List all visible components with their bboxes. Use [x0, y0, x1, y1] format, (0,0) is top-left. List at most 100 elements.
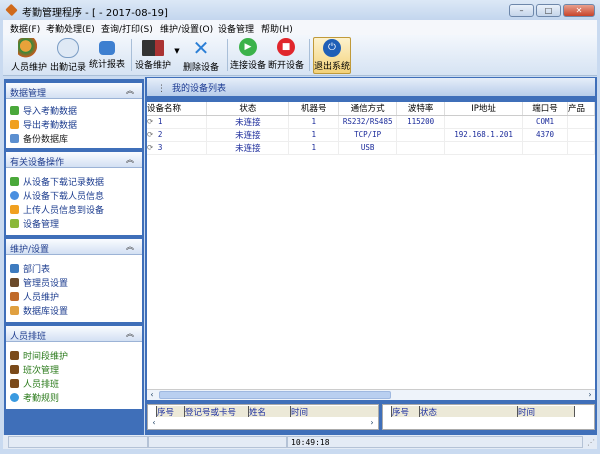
column-header[interactable]: 通信方式	[338, 102, 398, 116]
connect-device-button[interactable]: ▶ 连接设备	[230, 37, 266, 74]
status-panel	[148, 436, 287, 448]
column-header[interactable]: IP地址	[444, 102, 524, 116]
menu-device[interactable]: 设备管理	[218, 22, 254, 35]
section-device-operations: 有关设备操作 ︽ 从设备下载记录数据 从设备下载人员信息 上传人员信息到设备 设备…	[6, 152, 142, 235]
table-row[interactable]: ⟳ 3 未连接 1 USB	[147, 141, 595, 155]
table-row[interactable]: ⟳ 2 未连接 1 TCP/IP 192.168.1.201 4370	[147, 128, 595, 142]
section-header[interactable]: 数据管理 ︽	[6, 83, 142, 99]
column-header[interactable]: 时间	[290, 406, 378, 418]
table-header: 设备名称 状态 机器号 通信方式 波特率 IP地址 端口号 产品	[147, 102, 595, 116]
menu-help[interactable]: 帮助(H)	[261, 22, 293, 35]
window-title: 考勤管理程序 - [ - 2017-08-19]	[22, 8, 168, 19]
menu-attendance[interactable]: 考勤处理(E)	[46, 22, 95, 35]
exit-system-button[interactable]: ⏻ 退出系统	[313, 37, 351, 74]
refresh-icon: ⟳	[147, 117, 158, 126]
sidebar-item-admin-settings[interactable]: 管理员设置	[6, 275, 142, 289]
sidebar-item-attendance-rules[interactable]: 考勤规则	[6, 390, 142, 404]
scroll-left-icon[interactable]: ‹	[147, 390, 157, 400]
sidebar-item-import[interactable]: 导入考勤数据	[6, 103, 142, 117]
statistics-report-button[interactable]: 统计报表	[89, 37, 125, 74]
section-header[interactable]: 人员排班 ︽	[6, 326, 142, 342]
device-maintenance-button[interactable]: 设备维护	[135, 37, 171, 74]
status-bar: 10:49:18 ⋰	[3, 435, 597, 449]
menu-maintenance[interactable]: 维护/设置(O)	[160, 22, 213, 35]
sidebar-item-staff-scheduling[interactable]: 人员排班	[6, 376, 142, 390]
main-panel: ⋮ 我的设备列表 设备名称 状态 机器号 通信方式 波特率 IP地址 端口号 产品…	[145, 77, 597, 435]
sidebar-item-backup[interactable]: 备份数据库	[6, 131, 142, 145]
collapse-icon[interactable]: ︽	[126, 241, 134, 252]
horizontal-scrollbar[interactable]: ‹ ›	[147, 389, 595, 400]
toolbar: 人员维护 出勤记录 统计报表 设备维护 ▼ ✕ 删除设备 ▶ 连接设备 ■ 断开设备 …	[3, 35, 597, 76]
column-header[interactable]: 端口号	[522, 102, 568, 116]
column-header[interactable]: 波特率	[396, 102, 446, 116]
toolbar-separator	[131, 39, 132, 71]
globe-icon	[10, 190, 19, 200]
menu-bar: 数据(F) 考勤处理(E) 查询/打印(S) 维护/设置(O) 设备管理 帮助(…	[3, 20, 597, 35]
title-bar: 考勤管理程序 - [ - 2017-08-19] – □ ✕	[0, 0, 600, 20]
section-data-management: 数据管理 ︽ 导入考勤数据 导出考勤数据 备份数据库	[6, 83, 142, 148]
column-header[interactable]: 姓名	[248, 406, 290, 418]
schedule-icon	[10, 378, 19, 388]
resize-grip-icon[interactable]: ⋰	[587, 438, 595, 447]
attendance-record-button[interactable]: 出勤记录	[50, 37, 86, 74]
scrollbar-thumb[interactable]	[159, 391, 391, 399]
maximize-button[interactable]: □	[536, 4, 561, 17]
column-header[interactable]: 状态	[206, 102, 290, 116]
sidebar-item-departments[interactable]: 部门表	[6, 261, 142, 275]
collapse-icon[interactable]: ︽	[126, 154, 134, 165]
minimize-button[interactable]: –	[509, 4, 534, 17]
toolbar-separator	[227, 39, 228, 71]
house-icon	[10, 263, 19, 273]
column-header[interactable]: 产品	[567, 102, 595, 116]
lock-icon	[10, 305, 19, 315]
column-header[interactable]: 序号	[391, 406, 419, 418]
scroll-left-icon[interactable]: ‹	[149, 418, 159, 428]
scroll-right-icon[interactable]: ›	[367, 418, 377, 428]
sidebar-item-download-records[interactable]: 从设备下载记录数据	[6, 174, 142, 188]
grip-icon: ⋮	[157, 84, 166, 94]
section-header[interactable]: 维护/设置 ︽	[6, 239, 142, 255]
collapse-icon[interactable]: ︽	[126, 85, 134, 96]
close-button[interactable]: ✕	[563, 4, 595, 17]
column-header[interactable]: 设备名称	[147, 102, 208, 116]
schedule-icon	[10, 350, 19, 360]
sidebar-item-export[interactable]: 导出考勤数据	[6, 117, 142, 131]
sidebar-item-shift-management[interactable]: 班次管理	[6, 362, 142, 376]
sidebar-item-device-management[interactable]: 设备管理	[6, 216, 142, 230]
sidebar-item-time-period[interactable]: 时间段维护	[6, 348, 142, 362]
schedule-icon	[10, 364, 19, 374]
status-time: 10:49:18	[287, 436, 583, 448]
delete-device-button[interactable]: ✕ 删除设备	[183, 37, 219, 74]
delete-x-icon: ✕	[192, 36, 210, 60]
scroll-right-icon[interactable]: ›	[585, 390, 595, 400]
device-group-icon	[10, 218, 19, 228]
status-grid: 序号 状态 时间	[382, 404, 595, 430]
column-header[interactable]: 登记号或卡号	[184, 406, 248, 418]
status-panel	[8, 436, 148, 448]
sidebar-item-database-settings[interactable]: 数据库设置	[6, 303, 142, 317]
table-row[interactable]: ⟳ 1 未连接 1 RS232/RS485 115200 COM1	[147, 115, 595, 129]
sidebar-item-download-staff[interactable]: 从设备下载人员信息	[6, 188, 142, 202]
people-icon	[10, 291, 19, 301]
column-header[interactable]: 序号	[156, 406, 184, 418]
panel-header: ⋮ 我的设备列表	[147, 78, 595, 96]
column-header[interactable]: 状态	[419, 406, 517, 418]
disconnect-device-button[interactable]: ■ 断开设备	[268, 37, 304, 74]
menu-data[interactable]: 数据(F)	[10, 22, 40, 35]
collapse-icon[interactable]: ︽	[126, 328, 134, 339]
toolbar-separator	[309, 39, 310, 71]
device-list-table: 设备名称 状态 机器号 通信方式 波特率 IP地址 端口号 产品 ⟳ 1 未连接 1…	[147, 102, 595, 389]
column-header[interactable]: 时间	[517, 406, 575, 418]
up-arrow-icon	[10, 204, 19, 214]
bullet-icon	[10, 392, 19, 402]
sidebar-item-staff-maintenance[interactable]: 人员维护	[6, 289, 142, 303]
refresh-icon: ⟳	[147, 130, 158, 139]
panel-title: 我的设备列表	[172, 84, 227, 94]
column-header[interactable]: 机器号	[288, 102, 340, 116]
staff-maintenance-button[interactable]: 人员维护	[11, 37, 47, 74]
down-arrow-icon	[10, 105, 19, 115]
menu-query-print[interactable]: 查询/打印(S)	[101, 22, 153, 35]
sidebar-item-upload-staff[interactable]: 上传人员信息到设备	[6, 202, 142, 216]
app-icon	[5, 3, 18, 17]
section-header[interactable]: 有关设备操作 ︽	[6, 152, 142, 168]
